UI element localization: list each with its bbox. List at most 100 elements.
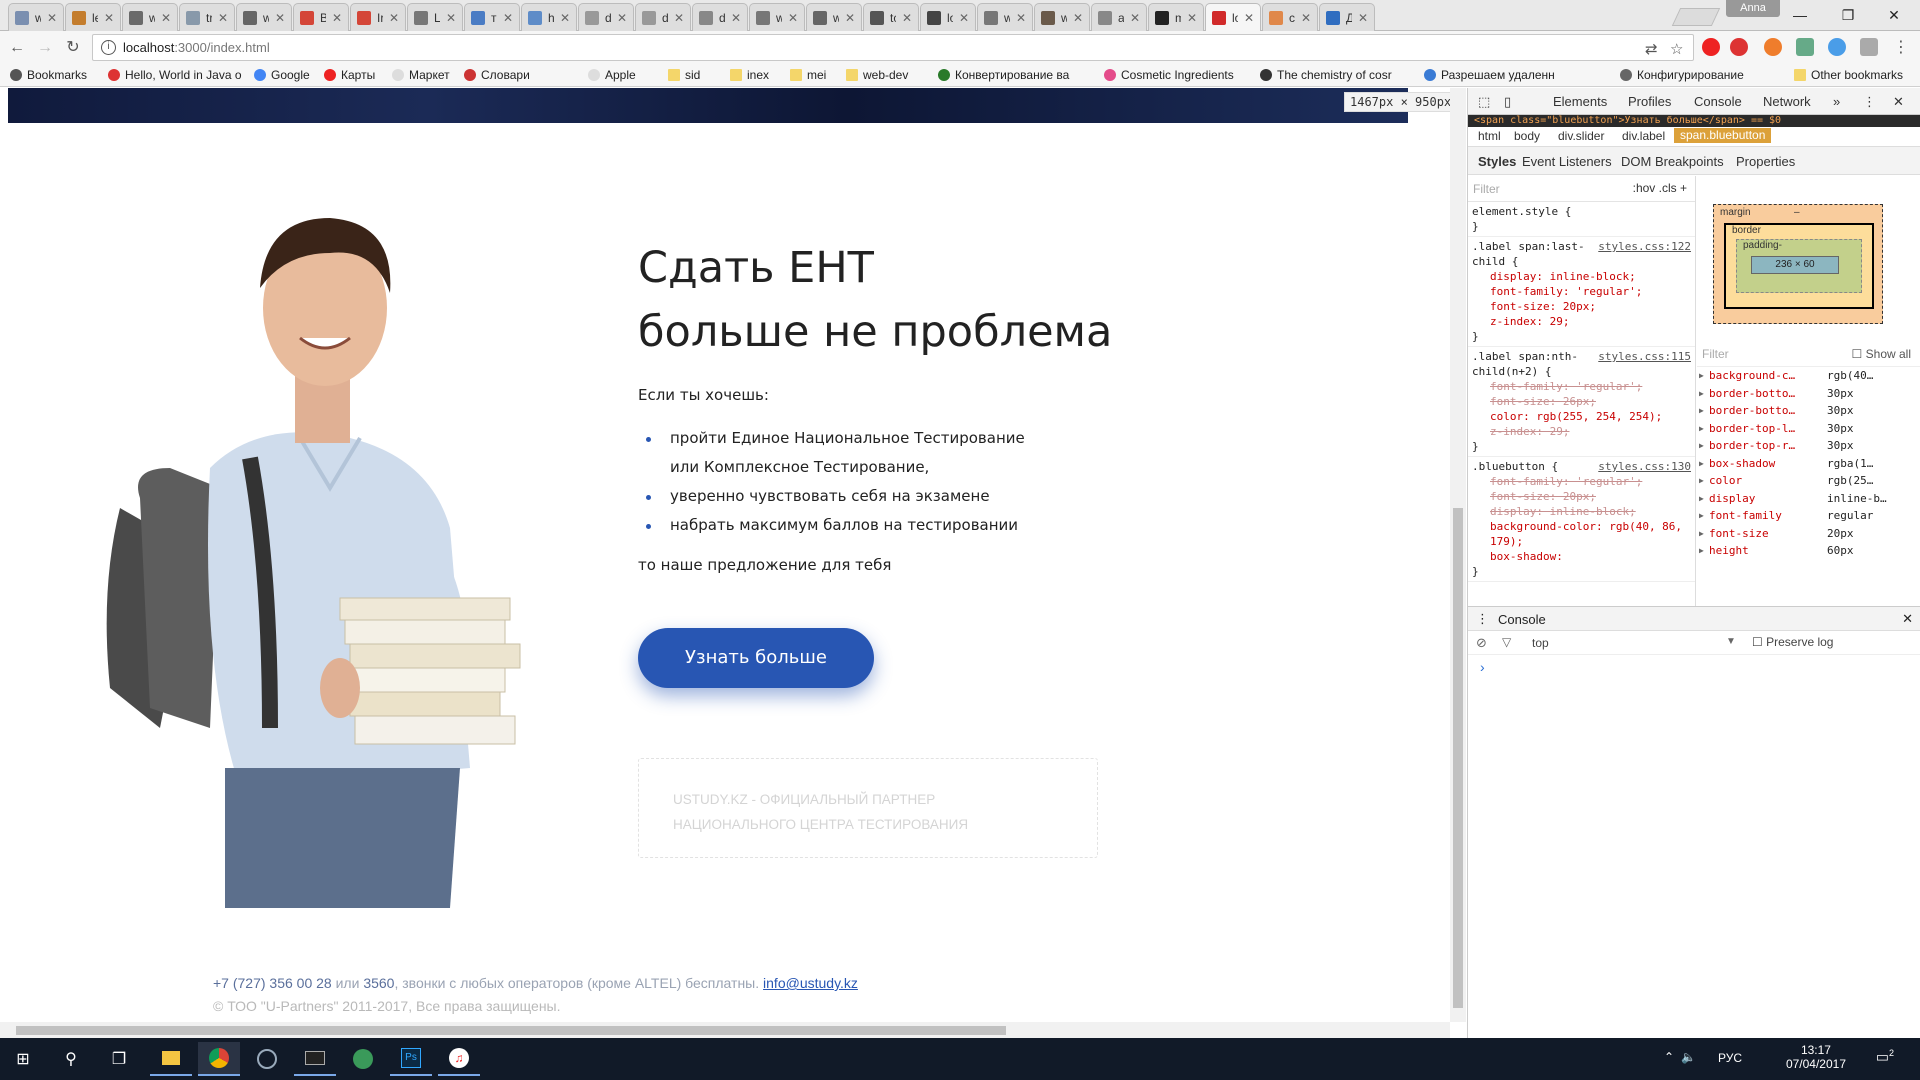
css-property[interactable]: color: rgb(255, 254, 254); — [1472, 409, 1691, 424]
rule-source-link[interactable]: styles.css:115 — [1598, 349, 1691, 364]
crumb-body[interactable]: body — [1514, 129, 1540, 143]
css-property[interactable]: font-size: 26px; — [1472, 394, 1691, 409]
tab-close-icon[interactable]: ✕ — [1358, 11, 1368, 25]
opera-extension-icon[interactable] — [1702, 38, 1720, 56]
tab-event-listeners[interactable]: Event Listeners — [1522, 154, 1612, 169]
tab-close-icon[interactable]: ✕ — [1073, 11, 1083, 25]
crumb-html[interactable]: html — [1478, 129, 1501, 143]
tab-close-icon[interactable]: ✕ — [902, 11, 912, 25]
preserve-log-checkbox[interactable]: ☐ Preserve log — [1752, 635, 1833, 649]
clock[interactable]: 13:17 07/04/2017 — [1786, 1043, 1846, 1071]
tab-close-icon[interactable]: ✕ — [104, 11, 114, 25]
rule-source-link[interactable]: styles.css:130 — [1598, 459, 1691, 474]
tab-styles[interactable]: Styles — [1478, 154, 1516, 169]
bookmark-item[interactable]: mei — [790, 68, 826, 82]
restore-icon[interactable]: ❐ — [1826, 2, 1870, 28]
rule-source-link[interactable]: styles.css:122 — [1598, 239, 1691, 254]
file-explorer-icon[interactable] — [150, 1042, 192, 1076]
tab-close-icon[interactable]: ✕ — [731, 11, 741, 25]
other-bookmarks[interactable]: Other bookmarks — [1794, 68, 1903, 82]
browser-tab[interactable]: lo ✕ — [1205, 3, 1261, 32]
tab-network[interactable]: Network — [1763, 94, 1811, 109]
expand-arrow-icon[interactable]: ▶ — [1699, 525, 1704, 543]
new-tab-button[interactable] — [1671, 8, 1721, 26]
bookmark-item[interactable]: Конфигурирование — [1620, 68, 1744, 82]
computed-row[interactable]: ▶ height 60px — [1697, 542, 1920, 560]
browser-tab[interactable]: m✕ — [1148, 3, 1204, 31]
css-property[interactable]: font-size: 20px; — [1472, 299, 1691, 314]
browser-tab[interactable]: ai ✕ — [1091, 3, 1147, 31]
bookmark-item[interactable]: Разрешаем удаленн — [1424, 68, 1555, 82]
browser-tab[interactable]: h✕ — [521, 3, 577, 31]
bookmark-item[interactable]: Словари — [464, 68, 530, 82]
computed-row[interactable]: ▶ border-botto… 30px — [1697, 385, 1920, 403]
browser-tab[interactable]: Ir ✕ — [350, 3, 406, 31]
browser-tab[interactable]: tc ✕ — [863, 3, 919, 31]
expand-arrow-icon[interactable]: ▶ — [1699, 437, 1704, 455]
css-property[interactable]: font-size: 20px; — [1472, 489, 1691, 504]
tab-properties[interactable]: Properties — [1736, 154, 1795, 169]
css-property[interactable]: z-index: 29; — [1472, 424, 1691, 439]
ext-off-icon[interactable] — [1796, 38, 1814, 56]
crumb-div-label[interactable]: div.label — [1622, 129, 1665, 143]
tab-dom-breakpoints[interactable]: DOM Breakpoints — [1621, 154, 1724, 169]
tab-close-icon[interactable]: ✕ — [617, 11, 627, 25]
translate-icon[interactable]: ⇄ — [1645, 40, 1658, 58]
computed-row[interactable]: ▶ box-shadow rgba(1… — [1697, 455, 1920, 473]
computed-row[interactable]: ▶ background-c… rgb(40… — [1697, 367, 1920, 385]
info-icon[interactable]: i — [101, 40, 116, 55]
browser-tab[interactable]: w✕ — [1034, 3, 1090, 31]
drawer-menu-icon[interactable]: ⋮ — [1476, 611, 1489, 627]
expand-arrow-icon[interactable]: ▶ — [1699, 490, 1704, 508]
css-property[interactable]: display: inline-block; — [1472, 504, 1691, 519]
address-bar[interactable]: i localhost:3000/index.html ⇄ ☆ — [92, 34, 1694, 61]
language-indicator[interactable]: РУС — [1718, 1051, 1742, 1065]
itunes-icon[interactable]: ♫ — [438, 1042, 480, 1076]
ext-orange-icon[interactable] — [1764, 38, 1782, 56]
css-rule[interactable]: styles.css:122 .label span:last-child {di… — [1468, 237, 1695, 347]
hov-cls-toggles[interactable]: :hov .cls — [1633, 181, 1677, 195]
profile-badge[interactable]: Anna — [1726, 0, 1780, 17]
browser-tab[interactable]: w✕ — [236, 3, 292, 31]
lastpass-extension-icon[interactable] — [1730, 38, 1748, 56]
learn-more-button[interactable]: Узнать больше — [638, 628, 874, 688]
app-globe-icon[interactable] — [246, 1042, 288, 1076]
add-rule-icon[interactable]: + — [1680, 181, 1687, 195]
css-property[interactable]: display: inline-block; — [1472, 269, 1691, 284]
browser-tab[interactable]: Ц✕ — [407, 3, 463, 31]
computed-row[interactable]: ▶ font-family regular — [1697, 507, 1920, 525]
browser-tab[interactable]: w✕ — [749, 3, 805, 31]
bookmark-item[interactable]: Apple — [588, 68, 636, 82]
devtools-menu-icon[interactable]: ⋮ — [1863, 94, 1876, 110]
notifications-icon[interactable]: ▭2 — [1876, 1048, 1894, 1066]
tab-console[interactable]: Console — [1694, 94, 1742, 109]
tab-profiles[interactable]: Profiles — [1628, 94, 1671, 109]
menu-icon[interactable]: ⋮ — [1890, 37, 1912, 59]
tab-close-icon[interactable]: ✕ — [845, 11, 855, 25]
browser-tab[interactable]: di ✕ — [578, 3, 634, 31]
css-property[interactable]: box-shadow: — [1472, 549, 1691, 564]
vertical-scroll-thumb[interactable] — [1453, 508, 1463, 1008]
browser-tab[interactable]: di ✕ — [692, 3, 748, 31]
bookmark-item[interactable]: sid — [668, 68, 700, 82]
tab-elements[interactable]: Elements — [1553, 94, 1607, 109]
bookmark-item[interactable]: web-dev — [846, 68, 908, 82]
bookmark-item[interactable]: Google — [254, 68, 310, 82]
expand-arrow-icon[interactable]: ▶ — [1699, 385, 1704, 403]
tab-close-icon[interactable]: ✕ — [1130, 11, 1140, 25]
horizontal-scroll-thumb[interactable] — [16, 1026, 1006, 1035]
css-rule[interactable]: styles.css:130 .bluebutton {font-family: … — [1468, 457, 1695, 582]
css-rule[interactable]: element.style {} — [1468, 202, 1695, 237]
css-rule[interactable]: styles.css:115 .label span:nth-child(n+2)… — [1468, 347, 1695, 457]
context-dropdown-icon[interactable]: ▼ — [1726, 636, 1736, 647]
ext-gray-icon[interactable] — [1860, 38, 1878, 56]
tab-close-icon[interactable]: ✕ — [560, 11, 570, 25]
bookmark-item[interactable]: The chemistry of cosr — [1260, 68, 1392, 82]
browser-tab[interactable]: tr ✕ — [179, 3, 235, 31]
bookmark-item[interactable]: Маркет — [392, 68, 450, 82]
browser-tab[interactable]: тр ✕ — [464, 3, 520, 31]
expand-arrow-icon[interactable]: ▶ — [1699, 542, 1704, 560]
close-window-icon[interactable]: ✕ — [1872, 2, 1916, 28]
tab-close-icon[interactable]: ✕ — [1244, 11, 1254, 25]
computed-row[interactable]: ▶ border-top-r… 30px — [1697, 437, 1920, 455]
